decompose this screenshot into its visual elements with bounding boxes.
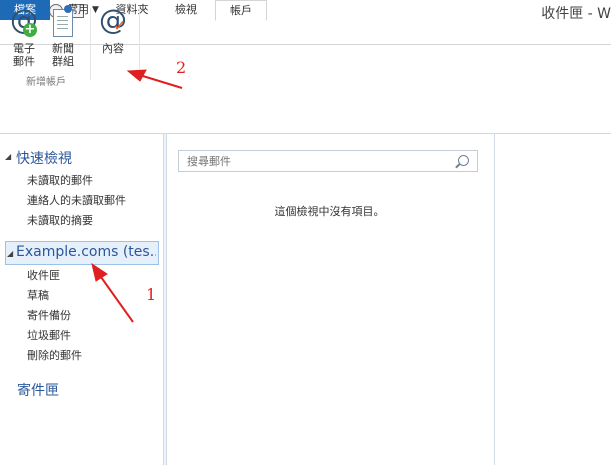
annotation-arrows [91, 69, 183, 323]
annotation-label-1: 1 [146, 285, 157, 304]
annotation-label-2: 2 [176, 58, 187, 77]
annotation-arrow-2-head [126, 69, 147, 82]
annotation-arrow-1-head [91, 262, 108, 282]
